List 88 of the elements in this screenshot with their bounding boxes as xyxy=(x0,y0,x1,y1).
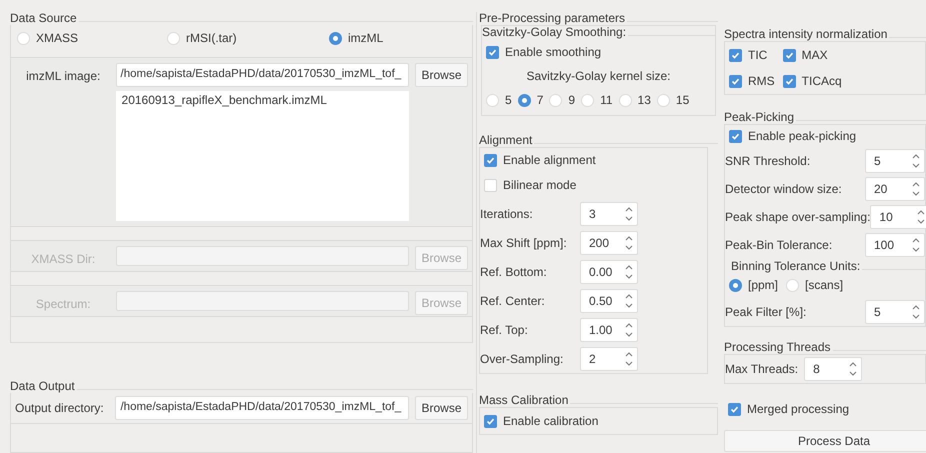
field-label: Iterations: xyxy=(480,206,534,222)
checkbox[interactable]: Enable smoothing xyxy=(486,43,711,61)
spin-box[interactable]: 5 xyxy=(865,148,925,172)
field-label: Peak Filter [%]: xyxy=(725,304,808,320)
radio-button[interactable]: imzML xyxy=(329,29,384,47)
spin-box[interactable]: 5 xyxy=(865,300,925,324)
path-field[interactable] xyxy=(116,246,409,266)
checkbox[interactable]: Merged processing xyxy=(728,400,922,418)
spin-box[interactable]: 8 xyxy=(804,357,862,381)
checkbox[interactable]: Enable peak-picking xyxy=(729,127,921,145)
field-label: Detector window size: xyxy=(725,180,843,198)
check-icon xyxy=(731,50,740,60)
field-label: Spectrum: xyxy=(34,296,92,311)
checkbox[interactable]: MAX xyxy=(782,46,842,64)
radio-button[interactable]: [scans] xyxy=(786,276,844,294)
path-field[interactable]: /home/sapista/EstadaPHD/data/20170530_imzML_tof_ xyxy=(115,396,409,420)
kernel-label: Savitzky-Golay kernel size: xyxy=(525,68,672,85)
field-label: SNR Threshold: xyxy=(725,152,812,170)
field-label: Max Threads: xyxy=(725,361,798,378)
spin-arrows-icon[interactable] xyxy=(625,206,633,222)
group-title: Data Output xyxy=(10,380,76,393)
check-icon xyxy=(486,416,495,426)
check-icon xyxy=(731,132,740,140)
check-icon xyxy=(784,76,794,86)
checkbox[interactable]: TICAcq xyxy=(782,72,842,90)
process-data-button[interactable]: Process Data xyxy=(724,430,926,452)
field-label: XMASS Dir: xyxy=(30,251,96,266)
check-icon xyxy=(488,48,497,56)
radio-button[interactable]: 9 xyxy=(549,91,576,109)
radio-button[interactable]: rMSI(.tar) xyxy=(167,29,329,47)
spin-arrows-icon[interactable] xyxy=(912,304,920,320)
checkbox[interactable]: TIC xyxy=(729,46,775,64)
checkbox[interactable]: Bilinear mode xyxy=(484,176,703,194)
spin-box[interactable]: 2 xyxy=(580,346,638,370)
spin-box[interactable]: 20 xyxy=(865,176,925,200)
browse-button[interactable]: Browse xyxy=(415,396,468,420)
group-title: Savitzky-Golay Smoothing: xyxy=(482,26,628,39)
browse-button[interactable]: Browse xyxy=(415,63,468,87)
spin-arrows-icon[interactable] xyxy=(912,152,920,168)
group-title: Pre-Processing parameters xyxy=(479,12,626,25)
radio-button[interactable]: 15 xyxy=(656,91,690,109)
radio-button[interactable]: XMASS xyxy=(17,29,167,47)
group-title: Binning Tolerance Units: xyxy=(731,260,862,273)
group-title: Peak-Picking xyxy=(724,111,796,124)
file-item[interactable]: 20160913_rapifleX_benchmark.imzML xyxy=(122,91,403,109)
group-title: Data Source xyxy=(10,12,78,25)
field-label: Peak-Bin Tolerance: xyxy=(725,236,834,254)
field-label: Ref. Center: xyxy=(480,292,546,310)
radio-button[interactable]: 13 xyxy=(618,91,651,109)
spin-arrows-icon[interactable] xyxy=(625,350,633,366)
checkbox[interactable]: Enable alignment xyxy=(484,151,703,169)
spin-arrows-icon[interactable] xyxy=(625,234,633,250)
spin-box[interactable]: 100 xyxy=(865,232,925,256)
field-label: Ref. Bottom: xyxy=(480,264,548,280)
field-label: Output directory: xyxy=(15,400,105,417)
radio-button[interactable]: 7 xyxy=(518,91,544,109)
check-icon xyxy=(730,404,739,414)
field-label: Ref. Top: xyxy=(480,322,529,338)
path-field[interactable] xyxy=(116,291,409,311)
spin-arrows-icon[interactable] xyxy=(849,361,858,377)
spin-arrows-icon[interactable] xyxy=(912,180,920,196)
checkbox[interactable]: RMS xyxy=(729,72,775,90)
spin-box[interactable]: 200 xyxy=(580,230,638,254)
radio-button[interactable]: 5 xyxy=(486,91,512,109)
spin-box[interactable]: 3 xyxy=(580,202,638,226)
group-title: Alignment xyxy=(479,134,534,147)
spin-box[interactable]: 10 xyxy=(870,204,926,228)
check-icon xyxy=(784,50,794,60)
field-label: Peak shape over-sampling: xyxy=(725,208,870,226)
path-field[interactable]: /home/sapista/EstadaPHD/data/20170530_imzML_tof_ xyxy=(116,63,409,87)
check-icon xyxy=(486,156,495,164)
group-title: Mass Calibration xyxy=(479,394,570,407)
radio-button[interactable]: [ppm] xyxy=(729,276,778,294)
field-label: Over-Sampling: xyxy=(480,350,564,368)
spin-box[interactable]: 1.00 xyxy=(580,318,638,342)
spin-box[interactable]: 0.50 xyxy=(580,288,638,312)
field-label: Max Shift [ppm]: xyxy=(480,234,568,252)
spin-arrows-icon[interactable] xyxy=(625,292,633,308)
spin-arrows-icon[interactable] xyxy=(917,208,926,224)
field-label: imzML image: xyxy=(25,68,102,85)
group-title: Spectra intensity normalization xyxy=(724,28,888,41)
spin-arrows-icon[interactable] xyxy=(625,322,633,338)
spin-arrows-icon[interactable] xyxy=(625,264,633,280)
check-icon xyxy=(731,76,740,86)
spin-box[interactable]: 0.00 xyxy=(580,260,638,284)
spin-arrows-icon[interactable] xyxy=(912,236,920,252)
group-title: Processing Threads xyxy=(724,341,832,354)
radio-button[interactable]: 11 xyxy=(581,91,613,109)
